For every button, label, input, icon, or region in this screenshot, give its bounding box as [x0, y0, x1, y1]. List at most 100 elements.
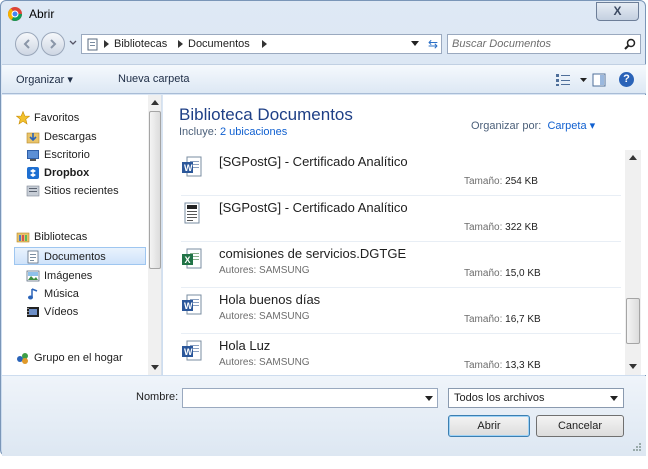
forward-arrow-icon: [50, 39, 57, 49]
file-item[interactable]: W Hola buenos días Autores: SAMSUNG Tama…: [181, 288, 621, 334]
locations-link[interactable]: 2 ubicaciones: [220, 126, 287, 138]
file-name-input[interactable]: [182, 388, 438, 408]
file-size-value: 16,7 KB: [505, 314, 541, 325]
preview-pane-icon[interactable]: [592, 73, 606, 87]
nav-item-sitios-recientes[interactable]: Sitios recientes: [2, 182, 147, 200]
nav-item-grupo-hogar[interactable]: Grupo en el hogar: [2, 349, 147, 367]
nav-item-descargas[interactable]: Descargas: [2, 128, 147, 146]
dropbox-icon: [27, 167, 39, 179]
nav-item-label: Bibliotecas: [34, 231, 88, 243]
file-item[interactable]: X comisiones de servicios.DGTGE Autores:…: [181, 242, 621, 288]
address-history-dropdown-icon[interactable]: [411, 41, 419, 47]
forward-button[interactable]: [41, 32, 65, 56]
nav-item-label: Descargas: [44, 131, 97, 143]
file-list: W [SGPostG] - Certificado Analítico Tama…: [163, 150, 625, 375]
file-list-area: Biblioteca Documentos Incluye: 2 ubicaci…: [163, 95, 646, 375]
change-view-icon[interactable]: [555, 73, 571, 87]
file-size: Tamaño: 13,3 KB: [464, 360, 541, 371]
arrange-by: Organizar por: Carpeta ▾: [471, 119, 595, 132]
file-name-dropdown-icon[interactable]: [425, 396, 433, 401]
close-button[interactable]: X: [596, 2, 639, 21]
search-icon[interactable]: [624, 38, 636, 50]
file-size-label: Tamaño:: [464, 268, 503, 279]
nav-item-label: Grupo en el hogar: [34, 352, 123, 364]
file-name: comisiones de servicios.DGTGE: [219, 246, 407, 261]
navigation-scrollbar[interactable]: [148, 95, 161, 375]
file-item[interactable]: W Hola Luz Autores: SAMSUNG Tamaño: 13,3…: [181, 334, 621, 375]
recent-pages-chevron-down-icon[interactable]: [69, 40, 77, 46]
file-size-label: Tamaño:: [464, 360, 503, 371]
address-bar[interactable]: Bibliotecas Documentos ⇆: [81, 34, 442, 54]
nav-item-documentos[interactable]: Documentos: [14, 247, 146, 265]
file-name: Hola buenos días: [219, 292, 321, 307]
svg-text:X: X: [185, 255, 191, 265]
libraries-icon: [16, 232, 30, 243]
file-size-label: Tamaño:: [464, 222, 503, 233]
file-size: Tamaño: 15,0 KB: [464, 268, 541, 279]
file-list-scrollbar-thumb[interactable]: [626, 298, 640, 344]
search-input[interactable]: [452, 37, 612, 51]
file-item[interactable]: W [SGPostG] - Certificado Analítico Tama…: [181, 150, 621, 196]
scroll-down-icon[interactable]: [151, 365, 159, 370]
scroll-up-icon[interactable]: [629, 155, 637, 160]
window-title: Abrir: [29, 7, 55, 21]
breadcrumb-bibliotecas[interactable]: Bibliotecas: [114, 38, 167, 50]
arrange-prefix: Organizar por:: [471, 120, 542, 132]
pictures-icon: [26, 270, 40, 282]
nav-item-musica[interactable]: Música: [2, 285, 147, 303]
nav-item-label: Dropbox: [44, 167, 90, 179]
nav-item-favoritos[interactable]: Favoritos: [2, 109, 147, 127]
scroll-up-icon[interactable]: [151, 100, 159, 105]
chrome-app-icon: [8, 7, 22, 21]
help-icon[interactable]: ?: [619, 72, 634, 87]
nav-item-label: Música: [44, 288, 79, 300]
nav-item-escritorio[interactable]: Escritorio: [2, 146, 147, 164]
file-author: Autores: SAMSUNG: [219, 311, 310, 322]
nav-item-bibliotecas[interactable]: Bibliotecas: [2, 228, 147, 246]
breadcrumb-chevron-icon[interactable]: [262, 40, 267, 48]
arrange-by-dropdown[interactable]: Carpeta ▾: [547, 120, 595, 132]
svg-text:W: W: [184, 301, 193, 311]
cancel-button[interactable]: Cancelar: [536, 415, 624, 437]
open-button[interactable]: Abrir: [448, 415, 530, 437]
nav-item-dropbox[interactable]: Dropbox: [2, 164, 147, 182]
excel-doc-icon: X: [182, 248, 202, 269]
nav-item-imagenes[interactable]: Imágenes: [2, 267, 147, 285]
file-size-value: 15,0 KB: [505, 268, 541, 279]
file-type-dropdown-icon[interactable]: [610, 396, 618, 401]
nav-item-label: Imágenes: [44, 270, 93, 282]
navigation-scrollbar-thumb[interactable]: [149, 111, 161, 269]
library-includes: Incluye: 2 ubicaciones: [179, 126, 287, 138]
file-name: [SGPostG] - Certificado Analítico: [219, 154, 408, 169]
organize-menu-button[interactable]: Organizar ▾: [16, 73, 73, 86]
dialog-footer: Nombre: Todos los archivos Abrir Cancela…: [2, 376, 646, 456]
file-author: Autores: SAMSUNG: [219, 265, 310, 276]
file-name-label: Nombre:: [136, 391, 179, 403]
word-doc-icon: W: [182, 340, 202, 361]
file-size: Tamaño: 16,7 KB: [464, 314, 541, 325]
svg-text:W: W: [184, 163, 193, 173]
command-bar: Organizar ▾ Nueva carpeta ?: [2, 64, 646, 94]
file-item[interactable]: [SGPostG] - Certificado Analítico Tamaño…: [181, 196, 621, 242]
nav-item-videos[interactable]: Vídeos: [2, 303, 147, 321]
recent-places-icon: [26, 185, 40, 197]
documents-icon: [27, 250, 39, 264]
view-options-dropdown-icon[interactable]: [580, 78, 587, 83]
includes-prefix: Incluye:: [179, 126, 217, 138]
refresh-icon[interactable]: ⇆: [428, 37, 438, 51]
file-size: Tamaño: 322 KB: [464, 222, 538, 233]
file-name: [SGPostG] - Certificado Analítico: [219, 200, 408, 215]
file-list-scrollbar[interactable]: [625, 150, 641, 375]
desktop-icon: [27, 150, 39, 161]
breadcrumb-chevron-icon[interactable]: [178, 40, 183, 48]
file-name: Hola Luz: [219, 338, 271, 353]
file-type-value: Todos los archivos: [454, 392, 545, 404]
scroll-down-icon[interactable]: [629, 364, 637, 369]
resize-grip-icon[interactable]: [632, 442, 642, 452]
file-size-label: Tamaño:: [464, 314, 503, 325]
file-type-select[interactable]: Todos los archivos: [448, 388, 624, 408]
new-folder-button[interactable]: Nueva carpeta: [118, 73, 190, 85]
file-size-label: Tamaño:: [464, 176, 503, 187]
back-button[interactable]: [15, 32, 39, 56]
breadcrumb-documentos[interactable]: Documentos: [188, 38, 250, 50]
